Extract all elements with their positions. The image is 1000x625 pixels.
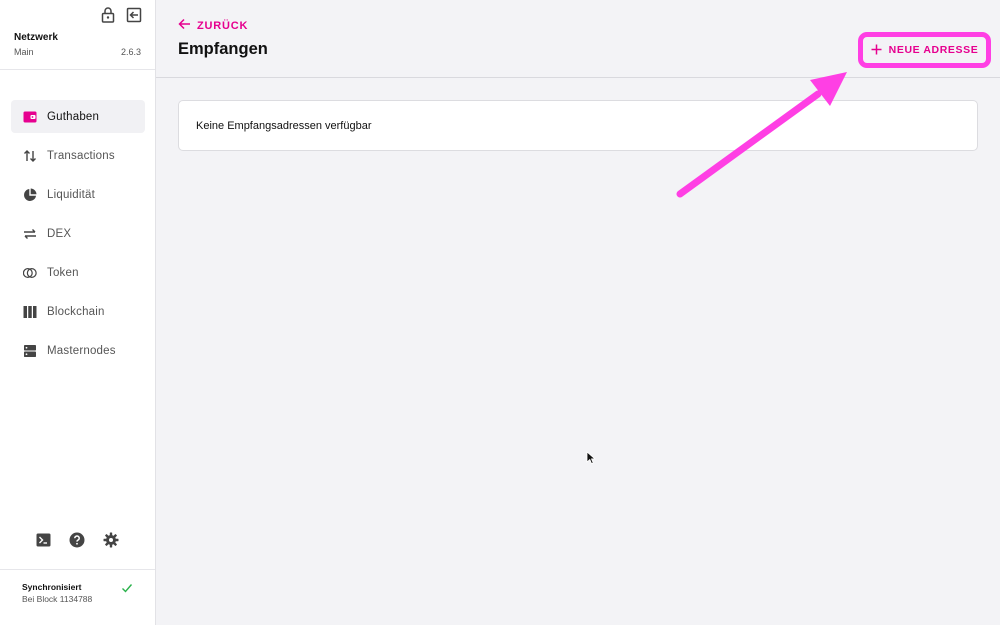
checkmark-icon — [121, 581, 133, 593]
sidebar-tools — [35, 532, 119, 548]
sidebar-item-dex[interactable]: DEX — [11, 217, 145, 250]
sidebar-item-masternodes[interactable]: Masternodes — [11, 334, 145, 367]
network-name: Main — [14, 47, 34, 57]
sidebar-item-token[interactable]: Token — [11, 256, 145, 289]
arrow-left-icon — [178, 17, 191, 35]
server-icon — [23, 344, 37, 358]
sidebar-item-label: Token — [47, 266, 79, 279]
sidebar-item-transactions[interactable]: Transactions — [11, 139, 145, 172]
app-version: 2.6.3 — [120, 47, 141, 57]
sidebar-item-blockchain[interactable]: Blockchain — [11, 295, 145, 328]
sidebar-item-label: Guthaben — [47, 110, 100, 123]
transfer-arrows-icon — [23, 149, 37, 163]
sync-status-title: Synchronisiert — [22, 582, 82, 592]
empty-state-card: Keine Empfangsadressen verfügbar — [178, 100, 978, 151]
sidebar-item-label: Masternodes — [47, 344, 116, 357]
back-link[interactable]: ZURÜCK — [178, 17, 248, 35]
sidebar-divider — [0, 569, 155, 570]
help-icon[interactable] — [69, 532, 85, 548]
back-link-label: ZURÜCK — [197, 20, 249, 32]
sidebar-item-label: Liquidität — [47, 188, 96, 201]
page-title: Empfangen — [178, 40, 268, 58]
sidebar-divider — [0, 69, 155, 70]
new-address-button-label: NEUE ADRESSE — [888, 44, 979, 56]
terminal-icon[interactable] — [35, 532, 51, 548]
sidebar-item-liquiditaet[interactable]: Liquidität — [11, 178, 145, 211]
sidebar-nav: Guthaben Transactions Liquidität DEX Tok… — [11, 100, 145, 373]
network-title: Netzwerk — [14, 32, 58, 43]
token-icon — [23, 266, 37, 280]
pie-chart-icon — [23, 188, 37, 202]
swap-arrows-icon — [23, 227, 37, 241]
settings-gear-icon[interactable] — [103, 532, 119, 548]
empty-state-message: Keine Empfangsadressen verfügbar — [196, 120, 372, 132]
mouse-cursor-icon — [586, 451, 596, 465]
sync-status-block: Bei Block 1134788 — [22, 594, 93, 604]
sidebar-item-label: Transactions — [47, 149, 115, 162]
wallet-icon — [23, 110, 37, 124]
lock-icon[interactable] — [99, 6, 117, 24]
blockchain-icon — [23, 305, 37, 319]
logout-icon[interactable] — [125, 6, 143, 24]
new-address-button[interactable]: NEUE ADRESSE — [865, 38, 984, 62]
sidebar-top-icons — [99, 6, 143, 24]
sidebar: Netzwerk Main 2.6.3 Guthaben Transaction… — [0, 0, 156, 625]
sidebar-item-label: Blockchain — [47, 305, 105, 318]
plus-icon — [871, 43, 882, 58]
sidebar-item-guthaben[interactable]: Guthaben — [11, 100, 145, 133]
sidebar-item-label: DEX — [47, 227, 72, 240]
